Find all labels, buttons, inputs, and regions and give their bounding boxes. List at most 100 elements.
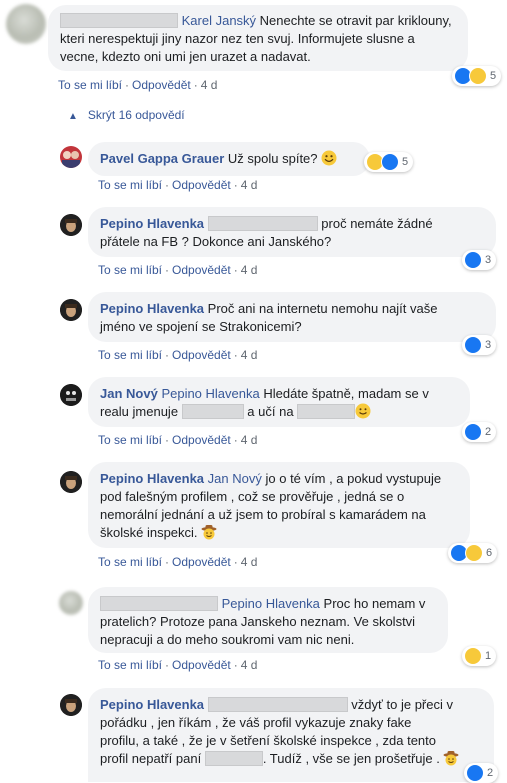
timestamp[interactable]: 4 d [241, 555, 258, 569]
timestamp[interactable]: 4 d [241, 348, 258, 362]
reaction-summary[interactable]: 3 [462, 335, 497, 355]
reply-link[interactable]: Odpovědět [172, 555, 231, 569]
comment-actions: To se mi líbí · Odpovědět · 4 d [58, 78, 218, 92]
mention-link[interactable]: Pepino Hlavenka [222, 596, 320, 611]
avatar[interactable] [60, 471, 82, 493]
reply-link[interactable]: Odpovědět [172, 348, 231, 362]
comment-text: pořádku , jen říkám , že váš profil vyka… [100, 715, 412, 730]
reaction-count: 2 [487, 767, 494, 779]
like-link[interactable]: To se mi líbí [98, 178, 162, 192]
redacted-name [204, 751, 263, 766]
comment-text: nemorální jednání a už jsem to probíral … [100, 507, 426, 522]
chevron-up-icon: ▲ [68, 111, 78, 122]
comment-actions: To se mi líbí · Odpovědět · 4 d [98, 178, 258, 192]
comment-author[interactable]: Pavel Gappa Grauer [100, 151, 224, 166]
reaction-summary[interactable]: 3 [462, 250, 497, 270]
comment-text: profilu, a také , že je v šetření školsk… [100, 733, 437, 748]
avatar[interactable] [59, 591, 83, 615]
reply-link[interactable]: Odpovědět [172, 433, 231, 447]
redacted-name [297, 404, 356, 419]
reaction-summary[interactable]: 6 [448, 543, 498, 563]
comment-author[interactable]: Pepino Hlavenka [100, 216, 204, 231]
avatar[interactable] [60, 694, 82, 716]
comment-text: vždyť to je přeci v [351, 697, 453, 712]
like-link[interactable]: To se mi líbí [98, 658, 162, 672]
reaction-summary[interactable]: 2 [464, 763, 499, 783]
reaction-count: 2 [485, 426, 492, 438]
reaction-summary[interactable]: 5 [452, 66, 502, 86]
reaction-summary[interactable]: 2 [462, 422, 497, 442]
comment-text: . Tudíž , vše se jen prošetřuje . [262, 751, 440, 766]
reply-link[interactable]: Odpovědět [172, 658, 231, 672]
comment-text: Hledáte špatně, madam se v [263, 386, 429, 401]
reply-link[interactable]: Odpovědět [172, 263, 231, 277]
comment-text: a učí na [247, 404, 294, 419]
timestamp[interactable]: 4 d [241, 263, 258, 277]
comment-actions: To se mi líbí · Odpovědět · 4 d [98, 348, 258, 362]
comment-text: jméno ve spojení se Strakonicemi? [100, 319, 302, 334]
comment-author[interactable]: Pepino Hlavenka [100, 471, 204, 486]
comment-bubble: Pavel Gappa Grauer Už spolu spíte? [88, 142, 370, 176]
reaction-count: 5 [490, 70, 497, 82]
avatar[interactable] [60, 146, 82, 168]
like-reaction-icon [466, 764, 484, 782]
reaction-count: 3 [485, 254, 492, 266]
timestamp[interactable]: 4 d [241, 178, 258, 192]
comment-author[interactable]: Pepino Hlavenka [100, 301, 204, 316]
like-link[interactable]: To se mi líbí [98, 348, 162, 362]
reaction-summary[interactable]: 5 [364, 152, 414, 172]
haha-reaction-icon [465, 544, 483, 562]
avatar[interactable] [60, 214, 82, 236]
like-reaction-icon [464, 336, 482, 354]
comment-actions: To se mi líbí · Odpovědět · 4 d [98, 263, 258, 277]
reaction-count: 3 [485, 339, 492, 351]
comment-author[interactable]: Jan Nový [100, 386, 158, 401]
comment-actions: To se mi líbí · Odpovědět · 4 d [98, 658, 258, 672]
redacted-name [207, 697, 348, 712]
avatar[interactable] [60, 299, 82, 321]
reaction-count: 6 [486, 547, 493, 559]
comment-author[interactable]: Karel Janský [182, 13, 256, 28]
comment-bubble: Jan Nový Pepino Hlavenka Hledáte špatně,… [88, 377, 470, 427]
comment-author[interactable]: Pepino Hlavenka [100, 697, 204, 712]
timestamp[interactable]: 4 d [241, 658, 258, 672]
comment-text: pod falešným profilem , což se prověřuje… [100, 489, 405, 504]
smiley-emoji-icon [321, 150, 337, 166]
avatar[interactable] [60, 384, 82, 406]
like-link[interactable]: To se mi líbí [98, 433, 162, 447]
comment-bubble: Pepino Hlavenka proč nemáte žádné přátel… [88, 207, 496, 257]
reaction-count: 1 [485, 650, 492, 662]
like-reaction-icon [464, 251, 482, 269]
comment-text: Proc ho nemam v [323, 596, 426, 611]
reply-link[interactable]: Odpovědět [132, 78, 191, 92]
avatar[interactable] [6, 4, 46, 44]
mention-link[interactable]: Pepino Hlavenka [161, 386, 259, 401]
comment-bubble: Pepino Hlavenka Proc ho nemam v pratelic… [88, 587, 448, 653]
comment-text: profil nepatří paní [100, 751, 202, 766]
comment-text: realu jmenuje [100, 404, 179, 419]
like-link[interactable]: To se mi líbí [98, 263, 162, 277]
reply-link[interactable]: Odpovědět [172, 178, 231, 192]
redacted-name [181, 404, 244, 419]
comment-text: Proč ani na internetu nemohu najít vaše [207, 301, 438, 316]
timestamp[interactable]: 4 d [201, 78, 218, 92]
cowboy-emoji-icon [201, 525, 217, 540]
redacted-name [207, 216, 318, 231]
comment-text: proč nemáte žádné [321, 216, 433, 231]
timestamp[interactable]: 4 d [241, 433, 258, 447]
comment-bubble: Pepino Hlavenka vždyť to je přeci v pořá… [88, 688, 494, 782]
like-link[interactable]: To se mi líbí [58, 78, 122, 92]
haha-reaction-icon [464, 647, 482, 665]
like-reaction-icon [464, 423, 482, 441]
hide-replies-link[interactable]: ▲ Skrýt 16 odpovědí [68, 108, 185, 122]
haha-reaction-icon [469, 67, 487, 85]
comment-actions: To se mi líbí · Odpovědět · 4 d [98, 433, 258, 447]
reaction-summary[interactable]: 1 [462, 646, 497, 666]
like-link[interactable]: To se mi líbí [98, 555, 162, 569]
comment-text: nepracuji a do meho soukromi vam nic nen… [100, 632, 355, 647]
comment-text: pratelich? Protoze pana Janskeho neznam.… [100, 614, 416, 629]
mention-link[interactable]: Jan Nový [208, 471, 262, 486]
comment-text: školské inspekci. [100, 525, 198, 540]
comment-actions: To se mi líbí · Odpovědět · 4 d [98, 555, 258, 569]
comment-bubble: Pepino Hlavenka Jan Nový jo o té vím , a… [88, 462, 470, 548]
